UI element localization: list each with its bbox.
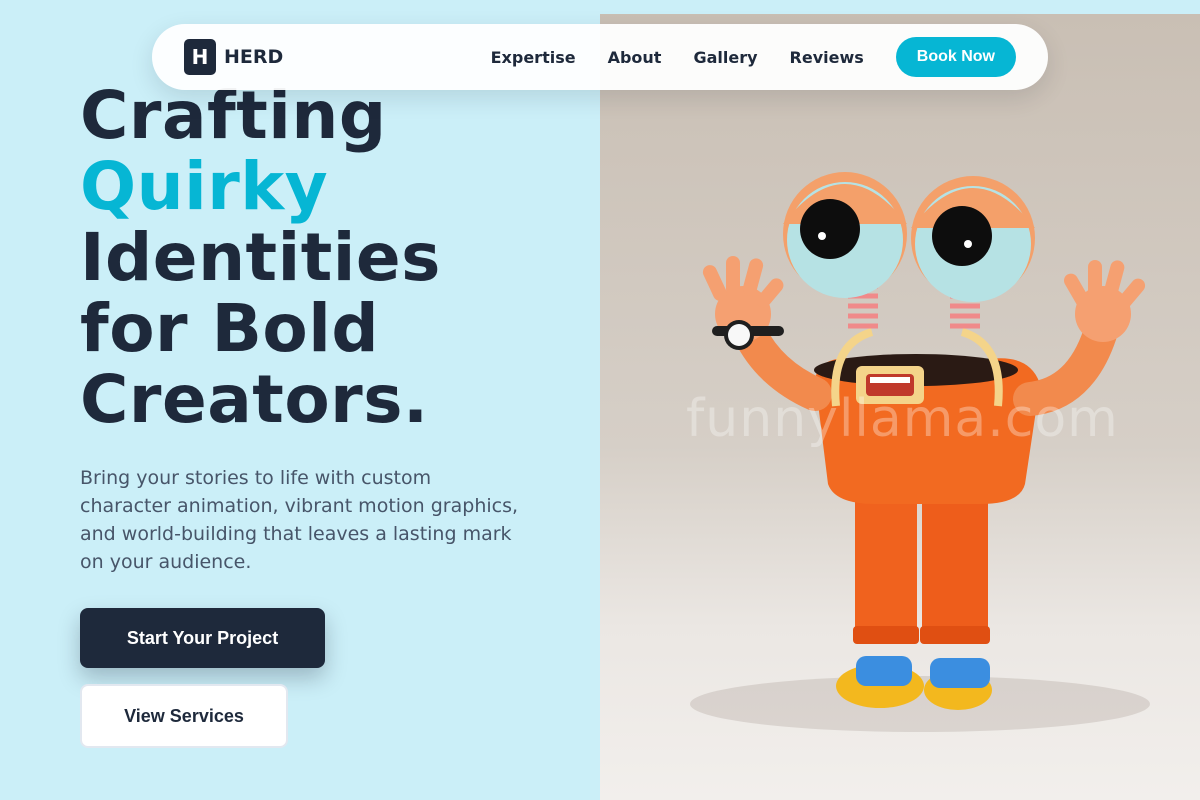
hero-headline: Crafting Quirky Identities for Bold Crea… (80, 80, 441, 435)
hero-illustration: funnyllama.com (600, 14, 1200, 800)
nav-links: Expertise About Gallery Reviews Book Now (491, 37, 1016, 77)
headline-accent: Quirky (80, 148, 329, 225)
hero-subtext: Bring your stories to life with custom c… (80, 467, 519, 573)
logo-text: HERD (224, 46, 284, 68)
headline-line: for Bold (80, 290, 380, 367)
nav-link-about[interactable]: About (608, 48, 662, 67)
start-project-button[interactable]: Start Your Project (80, 608, 325, 668)
logo-mark: H (184, 39, 216, 75)
headline-line: Identities (80, 219, 441, 296)
headline-line: Creators. (80, 361, 429, 438)
nav-link-reviews[interactable]: Reviews (790, 48, 864, 67)
view-services-button[interactable]: View Services (80, 684, 288, 748)
top-navbar: H HERD Expertise About Gallery Reviews B… (152, 24, 1048, 90)
nav-link-gallery[interactable]: Gallery (693, 48, 757, 67)
book-now-button[interactable]: Book Now (895, 37, 1016, 77)
nav-link-expertise[interactable]: Expertise (491, 48, 576, 67)
watermark: funnyllama.com (686, 389, 1119, 449)
logo[interactable]: H HERD (184, 39, 283, 75)
headline-line: Crafting (80, 77, 387, 154)
